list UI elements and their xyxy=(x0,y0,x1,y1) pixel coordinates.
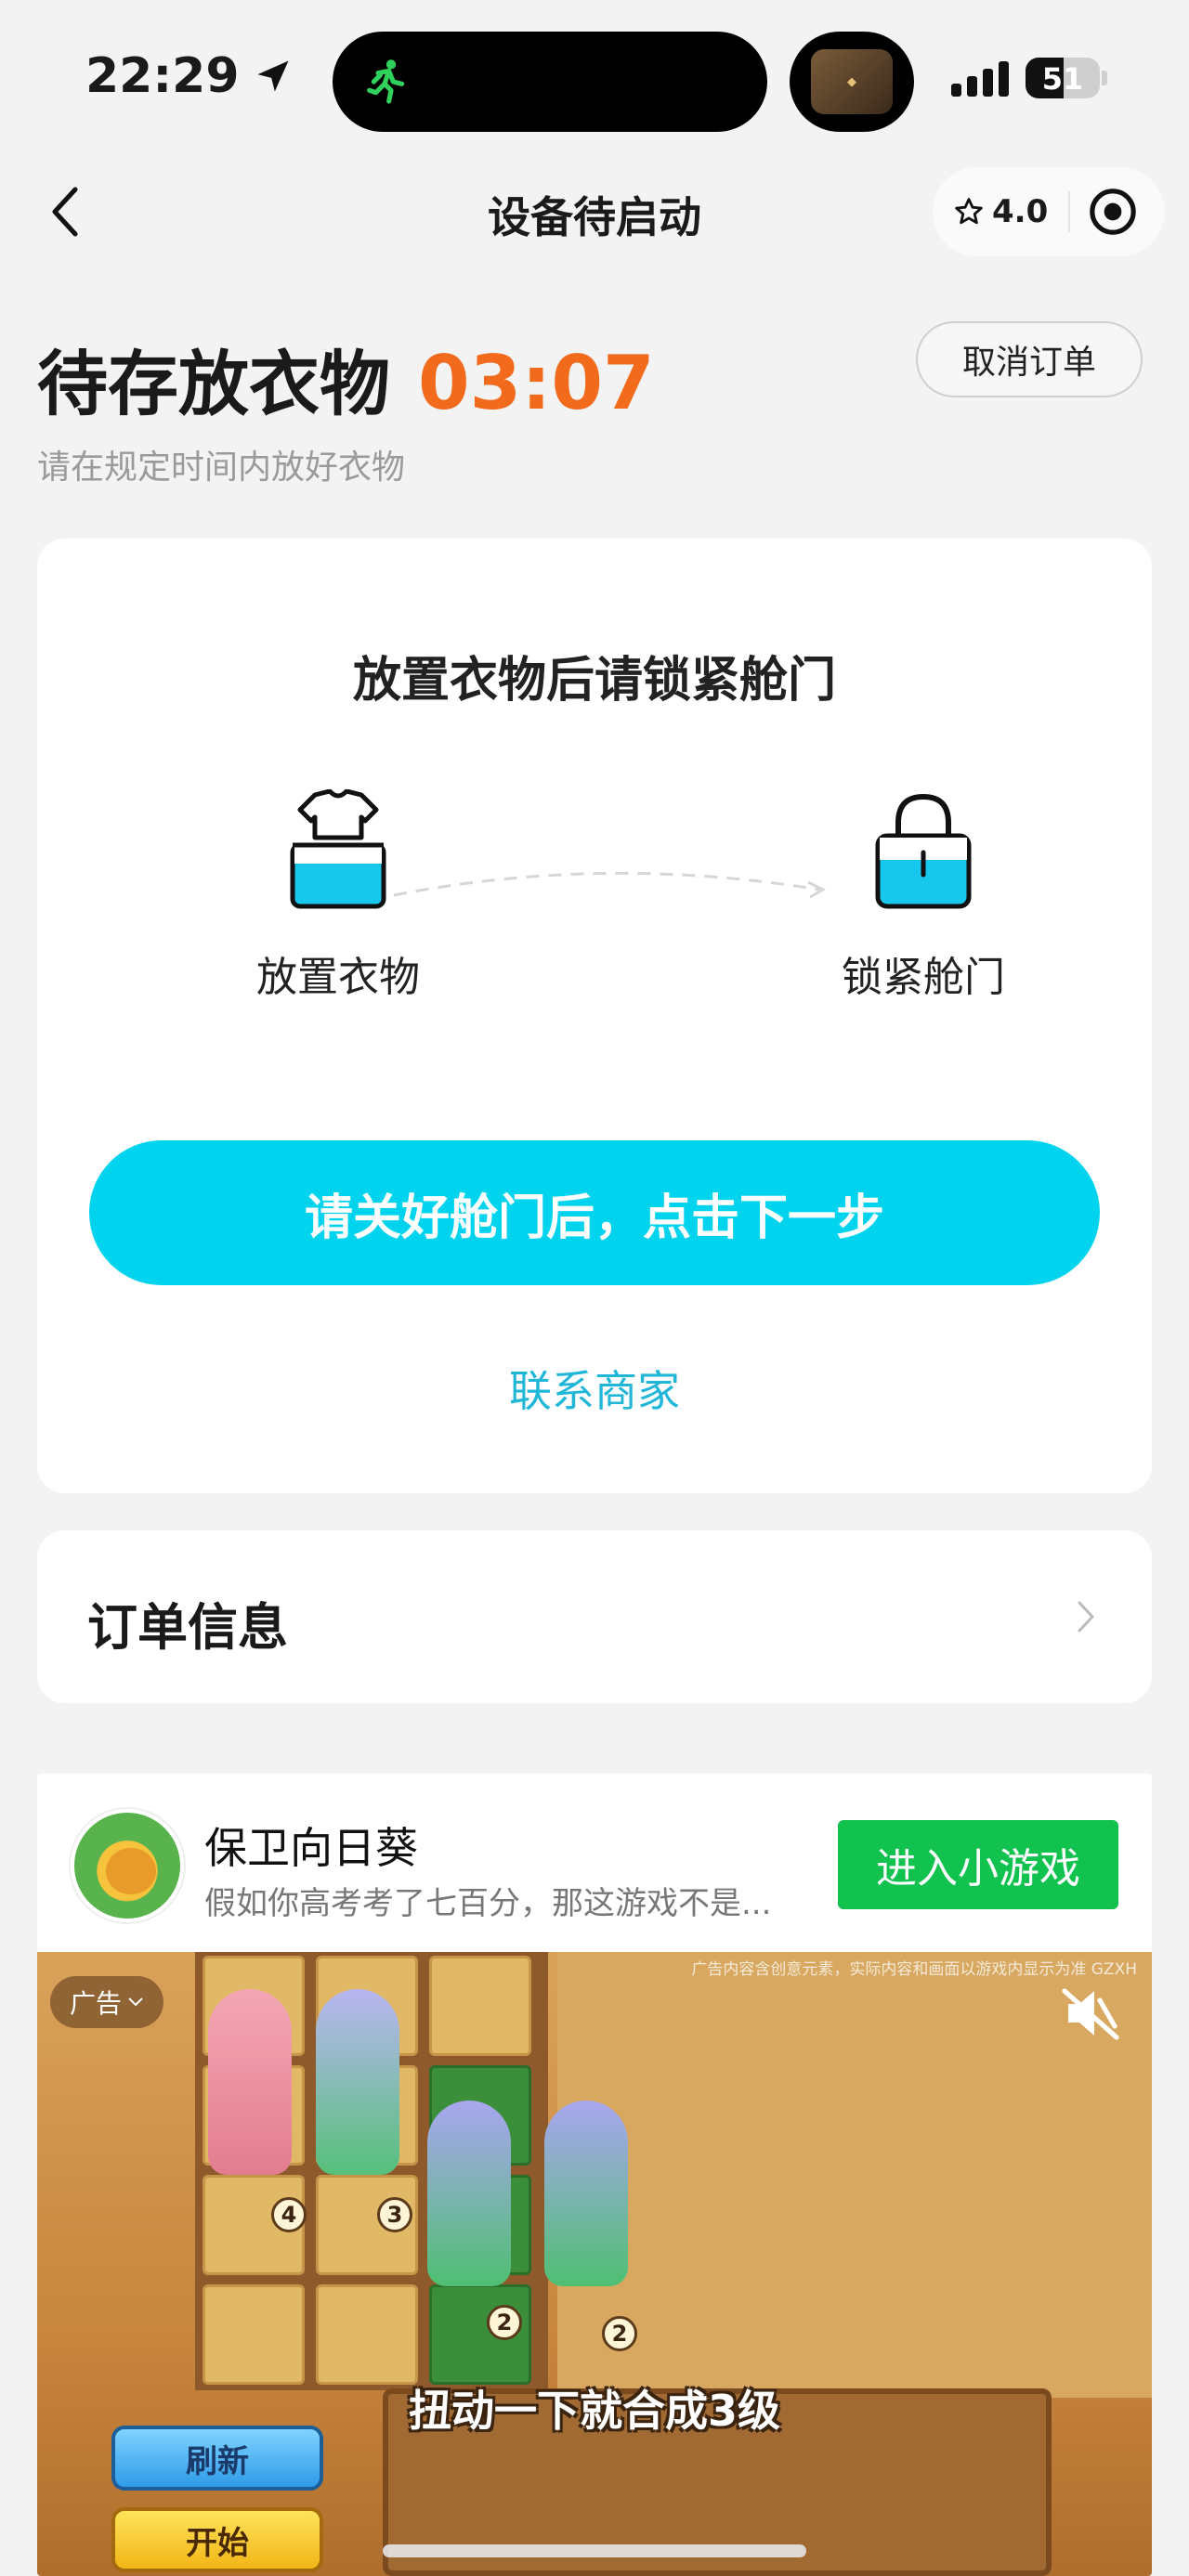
instruction-title: 放置衣物后请锁紧舱门 xyxy=(352,653,836,709)
ad-label-badge[interactable]: 广告 xyxy=(50,1976,163,2028)
chevron-down-icon xyxy=(128,1997,143,2007)
miniprogram-capsule: 4.0 xyxy=(933,167,1165,256)
step-label: 锁紧舱门 xyxy=(842,954,1005,1001)
ad-app-name: 保卫向日葵 xyxy=(204,1823,418,1873)
game-character xyxy=(208,1989,292,2175)
battery-nub xyxy=(1102,71,1107,85)
game-refresh-button[interactable]: 刷新 xyxy=(111,2426,323,2491)
mute-icon[interactable] xyxy=(1061,1985,1120,2041)
next-step-button[interactable]: 请关好舱门后，点击下一步 xyxy=(89,1140,1100,1285)
lock-icon xyxy=(875,793,972,909)
capsule-divider xyxy=(1068,191,1071,232)
home-indicator[interactable] xyxy=(383,2544,806,2557)
order-info-title: 订单信息 xyxy=(87,1598,288,1657)
chevron-right-icon xyxy=(1078,1601,1094,1633)
enter-minigame-button[interactable]: 进入小游戏 xyxy=(838,1820,1118,1909)
ad-video[interactable]: 4 3 2 2 广告 广告内容含创意元素，实际内容和画面以游戏内显示为准 GZX… xyxy=(37,1952,1152,2576)
game-character xyxy=(544,2101,628,2286)
game-logo-icon xyxy=(71,1809,184,1922)
status-subtitle: 请在规定时间内放好衣物 xyxy=(37,449,406,487)
cancel-order-button[interactable]: 取消订单 xyxy=(916,321,1143,397)
cellular-signal-icon xyxy=(951,59,1009,97)
contact-merchant-link[interactable]: 联系商家 xyxy=(37,1358,1152,1419)
instruction-card: 放置衣物后请锁紧舱门 放置衣物 锁紧舱门 请关好舱门后，点击下一步 联系商家 xyxy=(37,539,1152,1493)
order-status-text: 待存放衣物 xyxy=(37,343,390,425)
ad-label-text: 广告 xyxy=(69,1988,122,2019)
level-badge: 3 xyxy=(377,2197,412,2232)
rating-value: 4.0 xyxy=(992,193,1049,230)
running-activity-icon xyxy=(367,59,405,104)
order-status-heading: 待存放衣物 03:07 xyxy=(37,327,655,429)
order-info-row[interactable]: 订单信息 xyxy=(37,1530,1152,1703)
nav-bar: 设备待启动 4.0 xyxy=(0,158,1189,266)
ad-disclaimer: 广告内容含创意元素，实际内容和画面以游戏内显示为准 GZXH xyxy=(691,1960,1137,1979)
star-icon xyxy=(955,198,983,225)
step-label: 放置衣物 xyxy=(256,954,420,1001)
close-miniprogram-button[interactable] xyxy=(1087,186,1139,238)
game-thumbnail-icon: ◆ xyxy=(811,49,893,114)
ad-description: 假如你高考考了七百分，那这游戏不是... xyxy=(204,1885,772,1922)
location-arrow-icon xyxy=(257,60,289,92)
game-character xyxy=(316,1989,399,2175)
clock-text: 22:29 xyxy=(85,48,240,104)
game-start-button[interactable]: 开始 xyxy=(111,2507,323,2572)
dynamic-island xyxy=(333,32,767,132)
battery-icon: 51 xyxy=(1026,58,1100,98)
level-badge: 4 xyxy=(271,2197,307,2232)
rating-button[interactable]: 4.0 xyxy=(933,193,1048,230)
level-badge: 2 xyxy=(487,2305,522,2340)
status-bar: 22:29 ◆ 51 xyxy=(0,0,1189,149)
battery-level-text: 51 xyxy=(1041,61,1084,97)
countdown-timer: 03:07 xyxy=(418,340,655,426)
status-time: 22:29 xyxy=(85,48,294,104)
live-activity-thumbnail: ◆ xyxy=(790,32,914,132)
ad-banner: 保卫向日葵 假如你高考考了七百分，那这游戏不是... 进入小游戏 4 3 2 2… xyxy=(37,1774,1152,2576)
tshirt-box-icon xyxy=(290,788,386,909)
level-badge: 2 xyxy=(602,2316,637,2351)
game-character xyxy=(427,2101,511,2286)
step-arrow-connector xyxy=(393,871,827,899)
step-lock-door: 锁紧舱门 xyxy=(821,789,1026,1003)
